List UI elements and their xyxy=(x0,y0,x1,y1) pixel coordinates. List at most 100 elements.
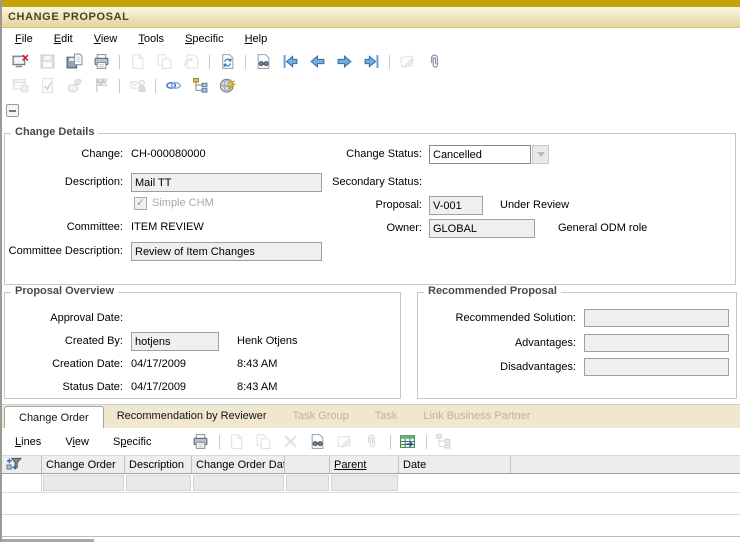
link-icon[interactable] xyxy=(162,76,184,96)
grid-cell[interactable] xyxy=(125,474,192,492)
grid-header-selector[interactable] xyxy=(2,456,42,473)
refresh-icon[interactable] xyxy=(216,52,238,72)
disadvantages-field[interactable] xyxy=(584,358,729,376)
tab-change-order[interactable]: Change Order xyxy=(4,406,104,428)
save-new-icon[interactable] xyxy=(63,52,85,72)
copy-icon xyxy=(253,432,275,452)
drill-down-icon[interactable] xyxy=(397,432,419,452)
advantages-field[interactable] xyxy=(584,334,729,352)
change-status-label: Change Status: xyxy=(205,145,422,164)
next-record-icon[interactable] xyxy=(333,52,355,72)
window-title: CHANGE PROPOSAL xyxy=(8,11,129,23)
grid-cell[interactable] xyxy=(285,474,330,492)
notes-icon xyxy=(396,52,418,72)
delete-icon xyxy=(280,432,302,452)
menu-lines[interactable]: Lines xyxy=(15,436,41,448)
grid-header-description[interactable]: Description xyxy=(125,456,192,473)
grid-cell[interactable] xyxy=(42,474,125,492)
grid-cell[interactable] xyxy=(192,474,285,492)
grid-cell-selector[interactable] xyxy=(2,474,42,492)
creation-date-label: Creation Date: xyxy=(5,355,123,374)
save-close-icon[interactable] xyxy=(9,52,31,72)
attachment-icon[interactable] xyxy=(423,52,445,72)
toolbar-separator xyxy=(426,435,427,449)
toolbar-separator xyxy=(219,435,220,449)
menubar: File Edit View Tools Specific Help xyxy=(2,29,740,49)
approval-date-label: Approval Date: xyxy=(5,309,123,328)
grid-row-empty[interactable] xyxy=(2,493,740,515)
minus-icon xyxy=(9,110,16,112)
change-status-combobox[interactable] xyxy=(429,145,531,164)
grid-row-empty[interactable] xyxy=(2,515,740,537)
grid-cell-placeholder xyxy=(126,475,191,491)
status-date-label: Status Date: xyxy=(5,378,123,397)
finish-flag-icon xyxy=(90,76,112,96)
previous-record-icon[interactable] xyxy=(306,52,328,72)
recommended-solution-field[interactable] xyxy=(584,309,729,327)
menu-edit[interactable]: Edit xyxy=(54,33,73,45)
menu-tools[interactable]: Tools xyxy=(138,33,164,45)
grid-cell-placeholder xyxy=(43,475,124,491)
created-by-name: Henk Otjens xyxy=(237,332,298,351)
toolbar-separator xyxy=(390,435,391,449)
grid-toolbar: Lines View Specific xyxy=(2,428,740,455)
secondary-status-label: Secondary Status: xyxy=(205,173,422,192)
last-record-icon[interactable] xyxy=(360,52,382,72)
created-by-label: Created By: xyxy=(5,332,123,351)
window-left-border xyxy=(0,0,2,542)
grid-header-date[interactable]: Date xyxy=(399,456,511,473)
description-label: Description: xyxy=(5,173,123,192)
grid-header-blank[interactable] xyxy=(285,456,330,473)
owner-field[interactable] xyxy=(429,219,535,238)
grid-cell[interactable] xyxy=(511,474,740,492)
menu-specific[interactable]: Specific xyxy=(113,436,152,448)
grid-header-row: Change OrderDescriptionChange Order Date… xyxy=(2,455,740,474)
proposal-label: Proposal: xyxy=(205,196,422,215)
change-details-group: Change Details Change: CH-000080000 Desc… xyxy=(4,133,736,285)
grid-header-change-order-date[interactable]: Change Order Date xyxy=(192,456,285,473)
committee-description-field[interactable] xyxy=(131,242,322,261)
grid-cell[interactable] xyxy=(399,474,511,492)
status-date-value: 04/17/2009 xyxy=(131,378,186,397)
tab-link-business-partner: Link Business Partner xyxy=(410,405,543,428)
reject-icon xyxy=(63,76,85,96)
hierarchy-icon[interactable] xyxy=(189,76,211,96)
menu-file[interactable]: File xyxy=(15,33,33,45)
status-time-value: 8:43 AM xyxy=(237,378,277,397)
tab-recommendation-by-reviewer[interactable]: Recommendation by Reviewer xyxy=(104,405,280,428)
change-status-dropdown-button xyxy=(532,145,549,164)
new-document-icon xyxy=(126,52,148,72)
created-by-field[interactable] xyxy=(131,332,219,351)
menu-help[interactable]: Help xyxy=(245,33,268,45)
workflow-icon[interactable] xyxy=(216,76,238,96)
proposal-field[interactable] xyxy=(429,196,483,215)
tabstrip: Change OrderRecommendation by Reviewer Ta… xyxy=(2,404,740,428)
first-record-icon[interactable] xyxy=(279,52,301,72)
owner-label: Owner: xyxy=(205,219,422,238)
copy-icon xyxy=(153,52,175,72)
grid-cell-placeholder xyxy=(193,475,284,491)
menu-specific[interactable]: Specific xyxy=(185,33,224,45)
grid-header-change-order[interactable]: Change Order xyxy=(42,456,125,473)
approve-icon xyxy=(36,76,58,96)
new-document-icon xyxy=(226,432,248,452)
chevron-down-icon xyxy=(537,152,545,157)
find-icon[interactable] xyxy=(307,432,329,452)
simple-chm-checkbox: ✓ xyxy=(134,197,147,210)
find-icon[interactable] xyxy=(252,52,274,72)
grid-header-parent[interactable]: Parent xyxy=(330,456,399,473)
grid-header-blank xyxy=(511,456,740,473)
toolbar-separator xyxy=(155,79,156,93)
print-icon[interactable] xyxy=(190,432,212,452)
form-window-icon xyxy=(9,76,31,96)
window-top-strip xyxy=(0,0,740,7)
print-icon[interactable] xyxy=(90,52,112,72)
change-value: CH-000080000 xyxy=(131,145,206,164)
menu-view[interactable]: View xyxy=(94,33,118,45)
grid-row-current[interactable] xyxy=(2,474,740,493)
grid-cell[interactable] xyxy=(330,474,399,492)
menu-view[interactable]: View xyxy=(65,436,89,448)
tab-task: Task xyxy=(362,405,411,428)
proposal-status-text: Under Review xyxy=(500,196,569,215)
collapse-header-button[interactable] xyxy=(6,104,19,117)
